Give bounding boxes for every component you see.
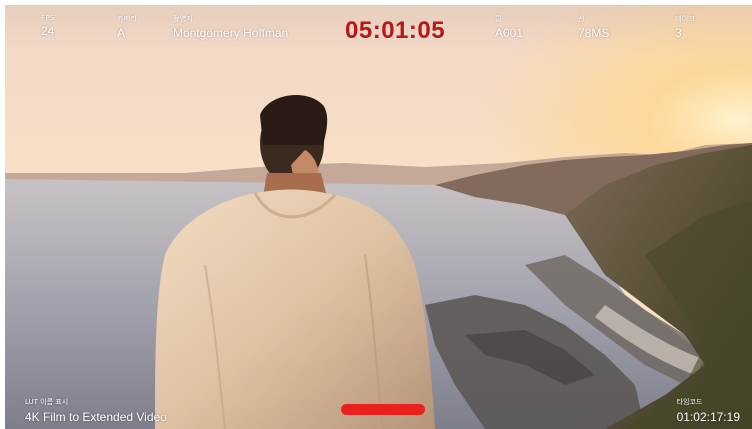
camera-value: A — [117, 26, 126, 40]
timecode-label: 타임코드 — [676, 398, 703, 406]
recording-timecode: 05:01:05 — [345, 17, 446, 44]
lut-value: 4K Film to Extended Video — [25, 410, 167, 424]
timecode-value: 01:02:17:19 — [676, 410, 740, 424]
timecode-display[interactable]: 타임코드 01:02:17:19 — [677, 397, 740, 424]
scene-field[interactable]: 신 78MS — [578, 14, 609, 40]
operator-label: 촬영자 — [173, 15, 194, 23]
take-label: 테이크 — [675, 15, 696, 23]
operator-value: Montgomery Hoffman — [173, 26, 289, 40]
fps-field[interactable]: FPS 24 — [41, 14, 55, 38]
reel-value: A001 — [495, 26, 524, 40]
record-indicator-bar[interactable] — [341, 404, 425, 415]
lut-display[interactable]: LUT 이름 표시 4K Film to Extended Video — [25, 397, 167, 424]
reel-label: 릴 — [495, 15, 502, 23]
camera-preview-image — [5, 5, 752, 429]
fps-value: 24 — [41, 24, 55, 38]
reel-field[interactable]: 릴 A001 — [495, 14, 523, 40]
operator-field[interactable]: 촬영자 Montgomery Hoffman — [173, 14, 288, 40]
lut-label: LUT 이름 표시 — [25, 398, 69, 406]
camera-field[interactable]: 카메라 A — [117, 14, 137, 40]
scene-value: 78MS — [578, 26, 610, 40]
take-value: 3 — [675, 26, 682, 40]
camera-label: 카메라 — [117, 15, 138, 23]
scene-label: 신 — [578, 15, 585, 23]
fps-label: FPS — [41, 14, 55, 22]
camera-monitor-frame: FPS 24 카메라 A 촬영자 Montgomery Hoffman 05:0… — [5, 5, 752, 429]
take-field[interactable]: 테이크 3 — [675, 14, 695, 40]
